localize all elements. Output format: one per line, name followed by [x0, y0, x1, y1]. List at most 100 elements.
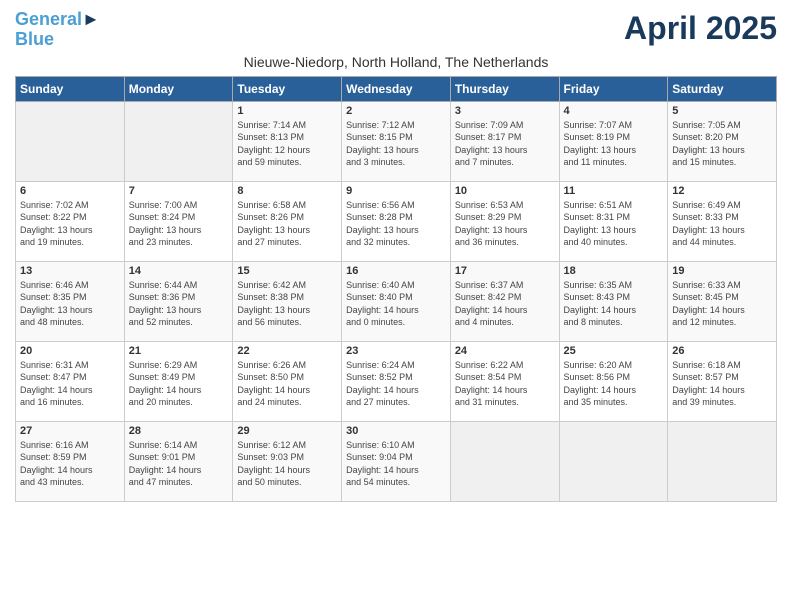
day-header-friday: Friday: [559, 76, 668, 101]
day-number: 27: [20, 425, 120, 437]
day-number: 5: [672, 105, 772, 117]
day-number: 12: [672, 185, 772, 197]
day-number: 16: [346, 265, 446, 277]
calendar-table: SundayMondayTuesdayWednesdayThursdayFrid…: [15, 76, 777, 502]
day-number: 29: [237, 425, 337, 437]
day-info: Sunrise: 6:51 AM Sunset: 8:31 PM Dayligh…: [564, 199, 664, 249]
day-cell: 7Sunrise: 7:00 AM Sunset: 8:24 PM Daylig…: [124, 181, 233, 261]
day-cell: 17 Sunrise: 6:37 AM Sunset: 8:42 PM Dayli…: [450, 261, 559, 341]
day-number: 22: [237, 345, 337, 357]
day-cell: 6Sunrise: 7:02 AM Sunset: 8:22 PM Daylig…: [16, 181, 125, 261]
day-number: 20: [20, 345, 120, 357]
logo-general: General: [15, 9, 82, 29]
day-info: Sunrise: 7:14 AM Sunset: 8:13 PM Dayligh…: [237, 119, 337, 169]
day-cell: 26 Sunrise: 6:18 AM Sunset: 8:57 PM Dayli…: [668, 341, 777, 421]
logo: General► Blue: [15, 10, 100, 50]
day-info: Sunrise: 6:20 AM Sunset: 8:56 PM Dayligh…: [564, 359, 664, 409]
day-number: 9: [346, 185, 446, 197]
day-info: Sunrise: 7:12 AM Sunset: 8:15 PM Dayligh…: [346, 119, 446, 169]
day-header-tuesday: Tuesday: [233, 76, 342, 101]
day-cell: 23 Sunrise: 6:24 AM Sunset: 8:52 PM Dayli…: [342, 341, 451, 421]
day-info: Sunrise: 6:42 AM Sunset: 8:38 PM Dayligh…: [237, 279, 337, 329]
day-info: Sunrise: 6:18 AM Sunset: 8:57 PM Dayligh…: [672, 359, 772, 409]
day-cell: 1Sunrise: 7:14 AM Sunset: 8:13 PM Daylig…: [233, 101, 342, 181]
day-number: 23: [346, 345, 446, 357]
header-row-days: SundayMondayTuesdayWednesdayThursdayFrid…: [16, 76, 777, 101]
day-info: Sunrise: 6:31 AM Sunset: 8:47 PM Dayligh…: [20, 359, 120, 409]
day-info: Sunrise: 6:40 AM Sunset: 8:40 PM Dayligh…: [346, 279, 446, 329]
day-cell: [124, 101, 233, 181]
day-number: 18: [564, 265, 664, 277]
day-number: 25: [564, 345, 664, 357]
day-info: Sunrise: 6:22 AM Sunset: 8:54 PM Dayligh…: [455, 359, 555, 409]
day-cell: 12Sunrise: 6:49 AM Sunset: 8:33 PM Dayli…: [668, 181, 777, 261]
day-cell: [16, 101, 125, 181]
logo-blue: Blue: [15, 29, 54, 49]
day-cell: [450, 421, 559, 501]
day-number: 11: [564, 185, 664, 197]
calendar-body: 1Sunrise: 7:14 AM Sunset: 8:13 PM Daylig…: [16, 101, 777, 501]
day-number: 15: [237, 265, 337, 277]
day-number: 17: [455, 265, 555, 277]
day-info: Sunrise: 7:09 AM Sunset: 8:17 PM Dayligh…: [455, 119, 555, 169]
day-cell: 2 Sunrise: 7:12 AM Sunset: 8:15 PM Daylig…: [342, 101, 451, 181]
day-cell: 13 Sunrise: 6:46 AM Sunset: 8:35 PM Dayli…: [16, 261, 125, 341]
day-cell: 21 Sunrise: 6:29 AM Sunset: 8:49 PM Dayli…: [124, 341, 233, 421]
day-info: Sunrise: 6:44 AM Sunset: 8:36 PM Dayligh…: [129, 279, 229, 329]
day-cell: 11 Sunrise: 6:51 AM Sunset: 8:31 PM Dayli…: [559, 181, 668, 261]
day-info: Sunrise: 6:37 AM Sunset: 8:42 PM Dayligh…: [455, 279, 555, 329]
day-info: Sunrise: 6:24 AM Sunset: 8:52 PM Dayligh…: [346, 359, 446, 409]
day-info: Sunrise: 6:46 AM Sunset: 8:35 PM Dayligh…: [20, 279, 120, 329]
week-row-1: 1Sunrise: 7:14 AM Sunset: 8:13 PM Daylig…: [16, 101, 777, 181]
day-cell: 24 Sunrise: 6:22 AM Sunset: 8:54 PM Dayli…: [450, 341, 559, 421]
day-cell: [668, 421, 777, 501]
header-row: General► Blue April 2025: [15, 10, 777, 50]
day-cell: 27Sunrise: 6:16 AM Sunset: 8:59 PM Dayli…: [16, 421, 125, 501]
day-number: 14: [129, 265, 229, 277]
day-cell: 3 Sunrise: 7:09 AM Sunset: 8:17 PM Daylig…: [450, 101, 559, 181]
day-info: Sunrise: 7:00 AM Sunset: 8:24 PM Dayligh…: [129, 199, 229, 249]
logo-text: General► Blue: [15, 10, 100, 50]
day-info: Sunrise: 7:05 AM Sunset: 8:20 PM Dayligh…: [672, 119, 772, 169]
day-info: Sunrise: 6:58 AM Sunset: 8:26 PM Dayligh…: [237, 199, 337, 249]
day-info: Sunrise: 6:10 AM Sunset: 9:04 PM Dayligh…: [346, 439, 446, 489]
day-info: Sunrise: 6:14 AM Sunset: 9:01 PM Dayligh…: [129, 439, 229, 489]
week-row-5: 27Sunrise: 6:16 AM Sunset: 8:59 PM Dayli…: [16, 421, 777, 501]
day-info: Sunrise: 7:07 AM Sunset: 8:19 PM Dayligh…: [564, 119, 664, 169]
day-number: 21: [129, 345, 229, 357]
day-cell: 4 Sunrise: 7:07 AM Sunset: 8:19 PM Daylig…: [559, 101, 668, 181]
day-cell: 22 Sunrise: 6:26 AM Sunset: 8:50 PM Dayli…: [233, 341, 342, 421]
day-number: 3: [455, 105, 555, 117]
day-number: 26: [672, 345, 772, 357]
day-number: 2: [346, 105, 446, 117]
day-header-wednesday: Wednesday: [342, 76, 451, 101]
day-number: 13: [20, 265, 120, 277]
day-info: Sunrise: 6:26 AM Sunset: 8:50 PM Dayligh…: [237, 359, 337, 409]
day-number: 19: [672, 265, 772, 277]
day-cell: 18 Sunrise: 6:35 AM Sunset: 8:43 PM Dayli…: [559, 261, 668, 341]
day-header-saturday: Saturday: [668, 76, 777, 101]
day-info: Sunrise: 6:33 AM Sunset: 8:45 PM Dayligh…: [672, 279, 772, 329]
day-cell: 10 Sunrise: 6:53 AM Sunset: 8:29 PM Dayli…: [450, 181, 559, 261]
calendar-title: April 2025: [624, 10, 777, 47]
day-info: Sunrise: 6:35 AM Sunset: 8:43 PM Dayligh…: [564, 279, 664, 329]
day-info: Sunrise: 6:29 AM Sunset: 8:49 PM Dayligh…: [129, 359, 229, 409]
day-cell: 15 Sunrise: 6:42 AM Sunset: 8:38 PM Dayli…: [233, 261, 342, 341]
week-row-2: 6Sunrise: 7:02 AM Sunset: 8:22 PM Daylig…: [16, 181, 777, 261]
day-info: Sunrise: 6:56 AM Sunset: 8:28 PM Dayligh…: [346, 199, 446, 249]
day-cell: 28Sunrise: 6:14 AM Sunset: 9:01 PM Dayli…: [124, 421, 233, 501]
day-info: Sunrise: 6:53 AM Sunset: 8:29 PM Dayligh…: [455, 199, 555, 249]
day-cell: 20 Sunrise: 6:31 AM Sunset: 8:47 PM Dayli…: [16, 341, 125, 421]
calendar-container: General► Blue April 2025 Nieuwe-Niedorp,…: [0, 0, 792, 512]
day-header-monday: Monday: [124, 76, 233, 101]
calendar-header: SundayMondayTuesdayWednesdayThursdayFrid…: [16, 76, 777, 101]
day-cell: 16 Sunrise: 6:40 AM Sunset: 8:40 PM Dayli…: [342, 261, 451, 341]
day-number: 24: [455, 345, 555, 357]
day-cell: [559, 421, 668, 501]
day-header-sunday: Sunday: [16, 76, 125, 101]
day-number: 10: [455, 185, 555, 197]
week-row-4: 20 Sunrise: 6:31 AM Sunset: 8:47 PM Dayli…: [16, 341, 777, 421]
day-cell: 14 Sunrise: 6:44 AM Sunset: 8:36 PM Dayli…: [124, 261, 233, 341]
day-number: 4: [564, 105, 664, 117]
day-info: Sunrise: 7:02 AM Sunset: 8:22 PM Dayligh…: [20, 199, 120, 249]
